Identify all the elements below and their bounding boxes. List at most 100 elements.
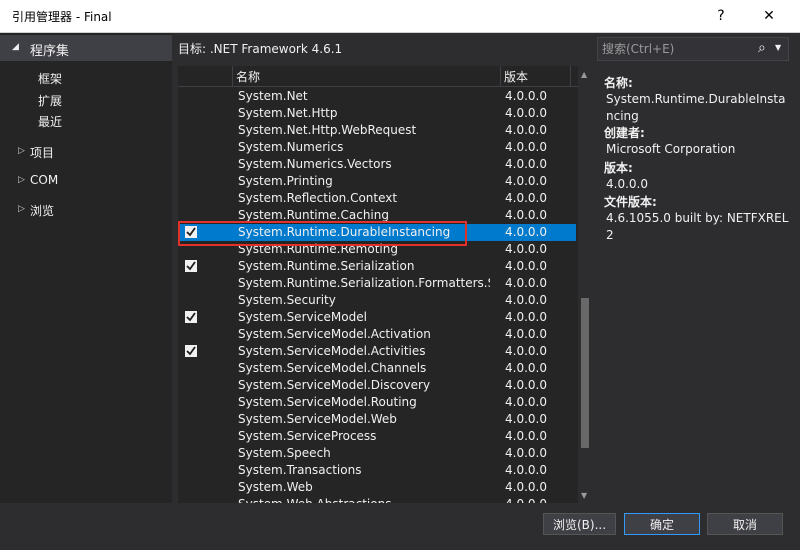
nav-assemblies[interactable]: ◢ 程序集 xyxy=(0,35,172,61)
row-version: 4.0.0.0 xyxy=(505,276,547,290)
detail-name-value: System.Runtime.DurableInstancing xyxy=(606,92,786,123)
table-row[interactable]: System.ServiceModel.Activation 4.0.0.0 xyxy=(178,326,576,343)
reference-list[interactable]: 名称 版本 System.Net 4.0.0.0 System.Net.Http 4.… xyxy=(178,66,578,503)
row-version: 4.0.0.0 xyxy=(505,378,547,392)
search-dropdown-icon[interactable]: ▼ xyxy=(775,43,781,52)
row-version: 4.0.0.0 xyxy=(505,259,547,273)
row-checkbox[interactable] xyxy=(185,226,197,238)
row-name: System.Runtime.Remoting xyxy=(238,242,398,256)
scroll-up-icon[interactable]: ▲ xyxy=(581,70,587,79)
nav-item-extensions[interactable]: 扩展 xyxy=(38,92,62,109)
row-name: System.Speech xyxy=(238,446,331,460)
row-name: System.Runtime.Caching xyxy=(238,208,389,222)
table-row[interactable]: System.Printing 4.0.0.0 xyxy=(178,173,576,190)
collapsed-arrow-icon: ▷ xyxy=(18,146,25,156)
search-input[interactable] xyxy=(600,39,754,59)
row-version: 4.0.0.0 xyxy=(505,225,547,239)
nav-assemblies-label: 程序集 xyxy=(30,44,70,59)
table-row[interactable]: System.ServiceModel.Routing 4.0.0.0 xyxy=(178,394,576,411)
nav-item-com[interactable]: ▷ COM xyxy=(0,170,172,192)
table-row[interactable]: System.ServiceModel.Web 4.0.0.0 xyxy=(178,411,576,428)
window-title: 引用管理器 - Final xyxy=(12,10,112,24)
table-row[interactable]: System.ServiceModel.Channels 4.0.0.0 xyxy=(178,360,576,377)
nav-item-label: 浏览 xyxy=(30,204,55,218)
table-row[interactable]: System.ServiceModel.Activities 4.0.0.0 xyxy=(178,343,576,360)
nav-item-projects[interactable]: ▷ 项目 xyxy=(0,141,172,163)
row-name: System.ServiceModel.Activities xyxy=(238,344,426,358)
table-row[interactable]: System.Reflection.Context 4.0.0.0 xyxy=(178,190,576,207)
row-version: 4.0.0.0 xyxy=(505,106,547,120)
checkmark-icon xyxy=(186,227,196,237)
checkmark-icon xyxy=(186,261,196,271)
table-row[interactable]: System.Runtime.DurableInstancing 4.0.0.0 xyxy=(178,224,576,241)
table-row[interactable]: System.Transactions 4.0.0.0 xyxy=(178,462,576,479)
row-name: System.Reflection.Context xyxy=(238,191,398,205)
row-version: 4.0.0.0 xyxy=(505,123,547,137)
table-row[interactable]: System.Net.Http.WebRequest 4.0.0.0 xyxy=(178,122,576,139)
row-version: 4.0.0.0 xyxy=(505,242,547,256)
table-row[interactable]: System.Net 4.0.0.0 xyxy=(178,88,576,105)
row-version: 4.0.0.0 xyxy=(505,446,547,460)
table-row[interactable]: System.Runtime.Serialization 4.0.0.0 xyxy=(178,258,576,275)
detail-creator-label: 创建者: xyxy=(604,126,645,140)
scroll-thumb[interactable] xyxy=(581,298,589,448)
search-icon[interactable]: ⌕ xyxy=(758,40,766,56)
row-checkbox[interactable] xyxy=(185,345,197,357)
table-row[interactable]: System.ServiceProcess 4.0.0.0 xyxy=(178,428,576,445)
nav-item-label: COM xyxy=(30,173,59,187)
row-name: System.Runtime.Serialization xyxy=(238,259,415,273)
row-name: System.Runtime.DurableInstancing xyxy=(238,225,451,239)
scroll-down-icon[interactable]: ▼ xyxy=(581,491,587,500)
nav-item-label: 项目 xyxy=(30,146,55,160)
checkmark-icon xyxy=(186,312,196,322)
cancel-button[interactable]: 取消 xyxy=(707,513,783,535)
table-row[interactable]: System.Runtime.Remoting 4.0.0.0 xyxy=(178,241,576,258)
browse-button[interactable]: 浏览(B)... xyxy=(543,513,616,535)
row-name: System.Runtime.Serialization.Formatters.… xyxy=(238,276,490,290)
detail-version-label: 版本: xyxy=(604,161,633,175)
details-pane: 名称: System.Runtime.DurableInstancing 创建者… xyxy=(596,66,800,503)
nav-item-recent[interactable]: 最近 xyxy=(38,113,62,130)
table-row[interactable]: System.Security 4.0.0.0 xyxy=(178,292,576,309)
checkmark-icon xyxy=(186,346,196,356)
row-name: System.Printing xyxy=(238,174,333,188)
list-scrollbar[interactable]: ▲ ▼ xyxy=(578,66,592,503)
table-row[interactable]: System.Speech 4.0.0.0 xyxy=(178,445,576,462)
row-version: 4.0.0.0 xyxy=(505,496,547,503)
nav-item-browse[interactable]: ▷ 浏览 xyxy=(0,199,172,221)
table-row[interactable]: System.Numerics.Vectors 4.0.0.0 xyxy=(178,156,576,173)
row-checkbox[interactable] xyxy=(185,311,197,323)
table-row[interactable]: System.ServiceModel 4.0.0.0 xyxy=(178,309,576,326)
row-name: System.Security xyxy=(238,293,336,307)
table-row[interactable]: System.Web 4.0.0.0 xyxy=(178,479,576,496)
row-name: System.ServiceModel.Routing xyxy=(238,395,417,409)
title-bar: 引用管理器 - Final ? ✕ xyxy=(0,0,800,33)
detail-file-version-value: 4.6.1055.0 built by: NETFXREL2 xyxy=(606,211,789,242)
table-row[interactable]: System.Runtime.Caching 4.0.0.0 xyxy=(178,207,576,224)
close-button[interactable]: ✕ xyxy=(746,0,792,32)
row-name: System.Web.Abstractions xyxy=(238,496,490,503)
row-name: System.Numerics.Vectors xyxy=(238,157,392,171)
row-version: 4.0.0.0 xyxy=(505,361,547,375)
table-row[interactable]: System.Numerics 4.0.0.0 xyxy=(178,139,576,156)
table-row[interactable]: System.Web.Abstractions 4.0.0.0 xyxy=(178,496,576,503)
column-header-name[interactable]: 名称 xyxy=(236,68,260,85)
header-divider xyxy=(500,66,501,86)
help-button[interactable]: ? xyxy=(698,0,744,32)
search-box[interactable]: ⌕ ▼ xyxy=(597,37,789,61)
detail-file-version-label: 文件版本: xyxy=(604,195,657,209)
row-version: 4.0.0.0 xyxy=(505,293,547,307)
row-checkbox[interactable] xyxy=(185,260,197,272)
row-name: System.ServiceModel xyxy=(238,310,367,324)
table-row[interactable]: System.ServiceModel.Discovery 4.0.0.0 xyxy=(178,377,576,394)
row-version: 4.0.0.0 xyxy=(505,174,547,188)
table-row[interactable]: System.Net.Http 4.0.0.0 xyxy=(178,105,576,122)
collapsed-arrow-icon: ▷ xyxy=(18,204,25,214)
header-divider xyxy=(570,66,571,86)
table-row[interactable]: System.Runtime.Serialization.Formatters.… xyxy=(178,275,576,292)
ok-button[interactable]: 确定 xyxy=(624,513,700,535)
nav-item-framework[interactable]: 框架 xyxy=(38,70,62,87)
column-header-version[interactable]: 版本 xyxy=(504,68,528,85)
row-version: 4.0.0.0 xyxy=(505,191,547,205)
row-name: System.Transactions xyxy=(238,463,362,477)
